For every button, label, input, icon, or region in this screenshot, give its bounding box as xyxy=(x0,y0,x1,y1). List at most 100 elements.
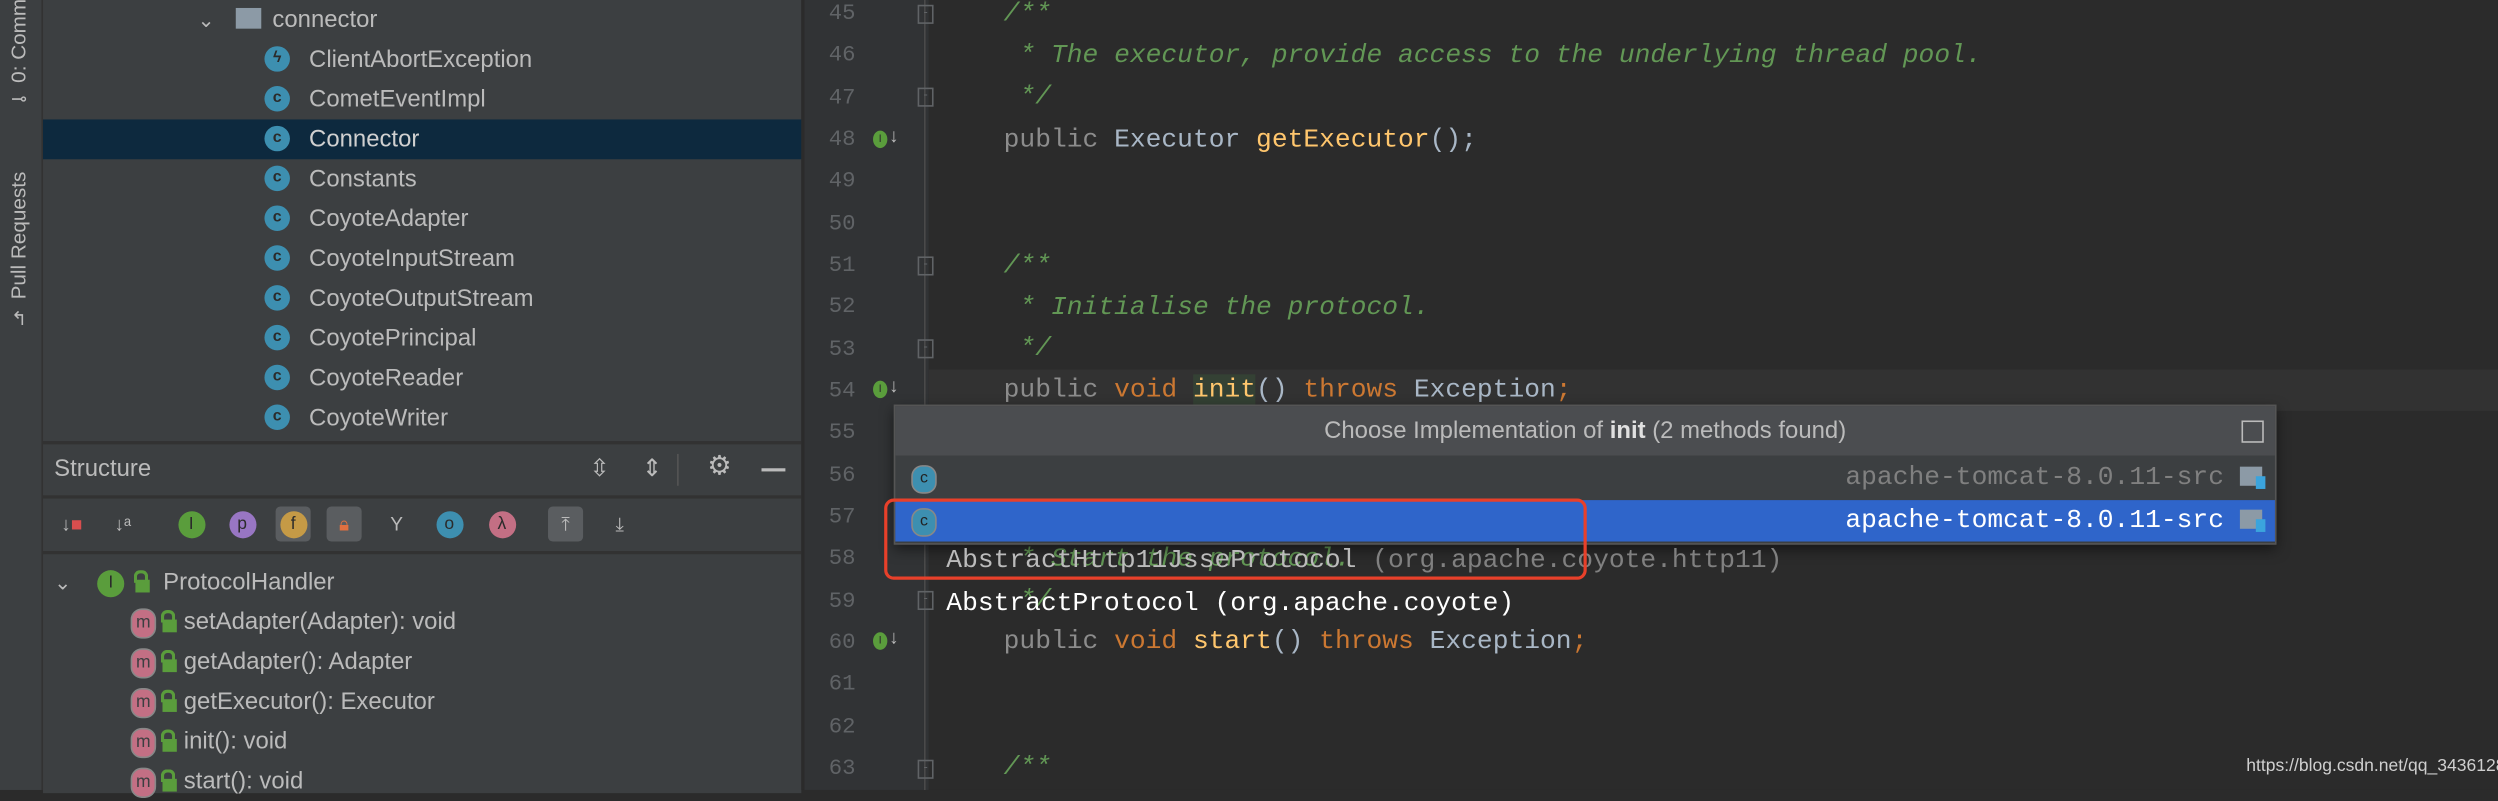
code-line: public void start() throws Exception; xyxy=(1003,625,1588,657)
line-number: 59 xyxy=(828,588,856,615)
implemented-interface-gutter-icon[interactable]: I xyxy=(873,632,888,650)
autoscroll-to-source-icon[interactable]: ⤒ xyxy=(548,506,584,542)
method-icon: m xyxy=(130,727,157,758)
code-line: /** xyxy=(1003,751,1051,783)
line-number: 56 xyxy=(828,462,856,489)
minimize-icon[interactable] xyxy=(761,468,786,472)
tree-item[interactable]: c CoyotePrincipal xyxy=(43,319,801,359)
fold-collapse-icon[interactable]: - xyxy=(917,4,934,24)
fold-collapse-icon[interactable]: - xyxy=(917,339,934,359)
autoscroll-from-source-icon[interactable]: ⤓ xyxy=(602,506,637,541)
line-number: 54 xyxy=(828,379,856,405)
commit-tool-tab[interactable]: 0: Commit xyxy=(6,0,30,83)
structure-panel: Structure ⇳ ⇕ ⚙ ↓■ ↓ᵃ I p f 🔒︎ Y o λ ⤒ ⤓… xyxy=(43,441,802,798)
structure-title: Structure xyxy=(54,455,152,483)
class-icon: c xyxy=(264,324,290,351)
tree-item-label: CoyoteReader xyxy=(309,364,464,392)
line-number: 51 xyxy=(828,253,856,279)
chevron-down-icon[interactable]: ⌄ xyxy=(198,0,215,40)
pin-popup-icon[interactable] xyxy=(2241,420,2264,443)
show-fields-icon[interactable]: f xyxy=(275,506,311,542)
tree-item[interactable]: c CoyoteAdapter xyxy=(43,199,801,239)
commit-icon: ⊸ xyxy=(11,87,28,110)
tree-item[interactable]: c CoyoteOutputStream xyxy=(43,279,801,319)
class-icon: c xyxy=(264,245,290,271)
structure-member[interactable]: m start(): void xyxy=(130,761,303,801)
implemented-interface-gutter-icon[interactable]: I xyxy=(873,130,888,149)
watermark: https://blog.csdn.net/qq_34361283 xyxy=(2246,756,2498,776)
tree-item-selected[interactable]: c Connector xyxy=(43,119,802,160)
chevron-down-icon[interactable]: ⌄ xyxy=(54,570,71,594)
ide-window: 0: Commit ⊸ Pull Requests ↰ ⌄ connector … xyxy=(0,0,2498,798)
structure-member[interactable]: m init(): void xyxy=(130,721,287,761)
class-icon: c xyxy=(264,86,290,112)
code-line: * Initialise the protocol. xyxy=(1003,291,1430,322)
show-lambdas-icon[interactable]: o xyxy=(432,506,467,541)
tree-item[interactable]: c CoyoteReader xyxy=(43,358,801,398)
folder-label: connector xyxy=(272,6,378,34)
class-icon: c xyxy=(264,165,290,192)
fold-collapse-icon[interactable]: - xyxy=(917,759,934,779)
tree-item[interactable]: c CoyoteWriter xyxy=(43,398,801,438)
tree-item-label: CoyotePrincipal xyxy=(309,324,477,352)
arrow-down-icon[interactable]: ↓ xyxy=(889,124,899,146)
line-number: 53 xyxy=(828,337,856,363)
tree-item[interactable]: c Constants xyxy=(43,159,801,199)
public-lock-icon xyxy=(134,570,151,593)
show-properties-icon[interactable]: p xyxy=(225,506,260,541)
structure-member[interactable]: m getAdapter(): Adapter xyxy=(130,642,413,682)
implementation-option[interactable]: c AbstractHttp11JsseProtocol (org.apache… xyxy=(895,457,2275,575)
line-number: 46 xyxy=(828,43,856,70)
tree-item[interactable]: c CoyoteInputStream xyxy=(43,239,801,279)
structure-member[interactable]: m setAdapter(Adapter): void xyxy=(130,602,457,642)
tree-item-label: Constants xyxy=(309,165,417,193)
method-icon: m xyxy=(130,647,157,678)
tree-folder-connector[interactable]: ⌄ connector xyxy=(43,0,801,40)
tree-item-label: CoyoteOutputStream xyxy=(309,285,534,313)
line-number: 62 xyxy=(828,714,856,740)
member-label: setAdapter(Adapter): void xyxy=(183,608,457,636)
structure-toolbar: ↓■ ↓ᵃ I p f 🔒︎ Y o λ ⤒ ⤓ xyxy=(43,499,802,555)
show-non-public-icon[interactable]: 🔒︎ xyxy=(326,506,362,542)
sort-by-visibility-icon[interactable]: ↓■ xyxy=(54,506,89,541)
sort-alphabetically-icon[interactable]: ↓ᵃ xyxy=(105,506,140,541)
module-label: apache-tomcat-8.0.11-src xyxy=(1845,461,2224,493)
implemented-interface-gutter-icon[interactable]: I xyxy=(873,380,888,399)
module-label: apache-tomcat-8.0.11-src xyxy=(1845,504,2224,536)
structure-root[interactable]: ⌄ I ProtocolHandler xyxy=(54,562,335,602)
pull-requests-tool-tab[interactable]: Pull Requests xyxy=(6,172,30,300)
tree-item-label: ClientAbortException xyxy=(309,46,533,74)
member-label: getAdapter(): Adapter xyxy=(183,648,413,676)
class-icon: c xyxy=(264,125,290,152)
show-inherited-icon[interactable]: I xyxy=(174,506,209,541)
class-icon: c xyxy=(264,285,290,311)
tree-item[interactable]: c CometEventImpl xyxy=(43,80,801,120)
class-icon: c xyxy=(911,465,937,494)
structure-member[interactable]: m getExecutor(): Executor xyxy=(130,682,435,722)
gear-icon[interactable]: ⚙ xyxy=(707,451,731,483)
public-lock-icon xyxy=(161,689,178,712)
line-number: 49 xyxy=(828,169,856,195)
tree-item[interactable]: ϟ ClientAbortException xyxy=(43,40,801,80)
pull-request-icon: ↰ xyxy=(11,307,28,330)
interface-icon: I xyxy=(97,569,125,597)
expand-all-icon[interactable]: ⇳ xyxy=(589,454,609,483)
line-number: 60 xyxy=(828,630,856,657)
lambda-icon[interactable]: λ xyxy=(484,506,519,541)
method-icon: m xyxy=(130,607,157,638)
line-number: 63 xyxy=(828,756,856,782)
line-number: 57 xyxy=(828,504,856,531)
code-line: /** xyxy=(1003,250,1051,281)
show-anonymous-icon[interactable]: Y xyxy=(379,506,414,541)
collapse-all-icon[interactable]: ⇕ xyxy=(642,454,662,483)
line-number: 45 xyxy=(828,1,856,28)
fold-collapse-icon[interactable]: - xyxy=(917,256,934,276)
arrow-down-icon[interactable]: ↓ xyxy=(889,374,899,396)
member-label: getExecutor(): Executor xyxy=(183,688,435,716)
code-line: * The executor, provide access to the un… xyxy=(1003,39,1982,71)
tree-item-label: CoyoteAdapter xyxy=(309,205,469,233)
line-number: 61 xyxy=(828,672,856,699)
method-icon: m xyxy=(130,687,157,718)
fold-collapse-icon[interactable]: - xyxy=(917,87,934,107)
tree-item-label: CoyoteWriter xyxy=(309,404,449,432)
